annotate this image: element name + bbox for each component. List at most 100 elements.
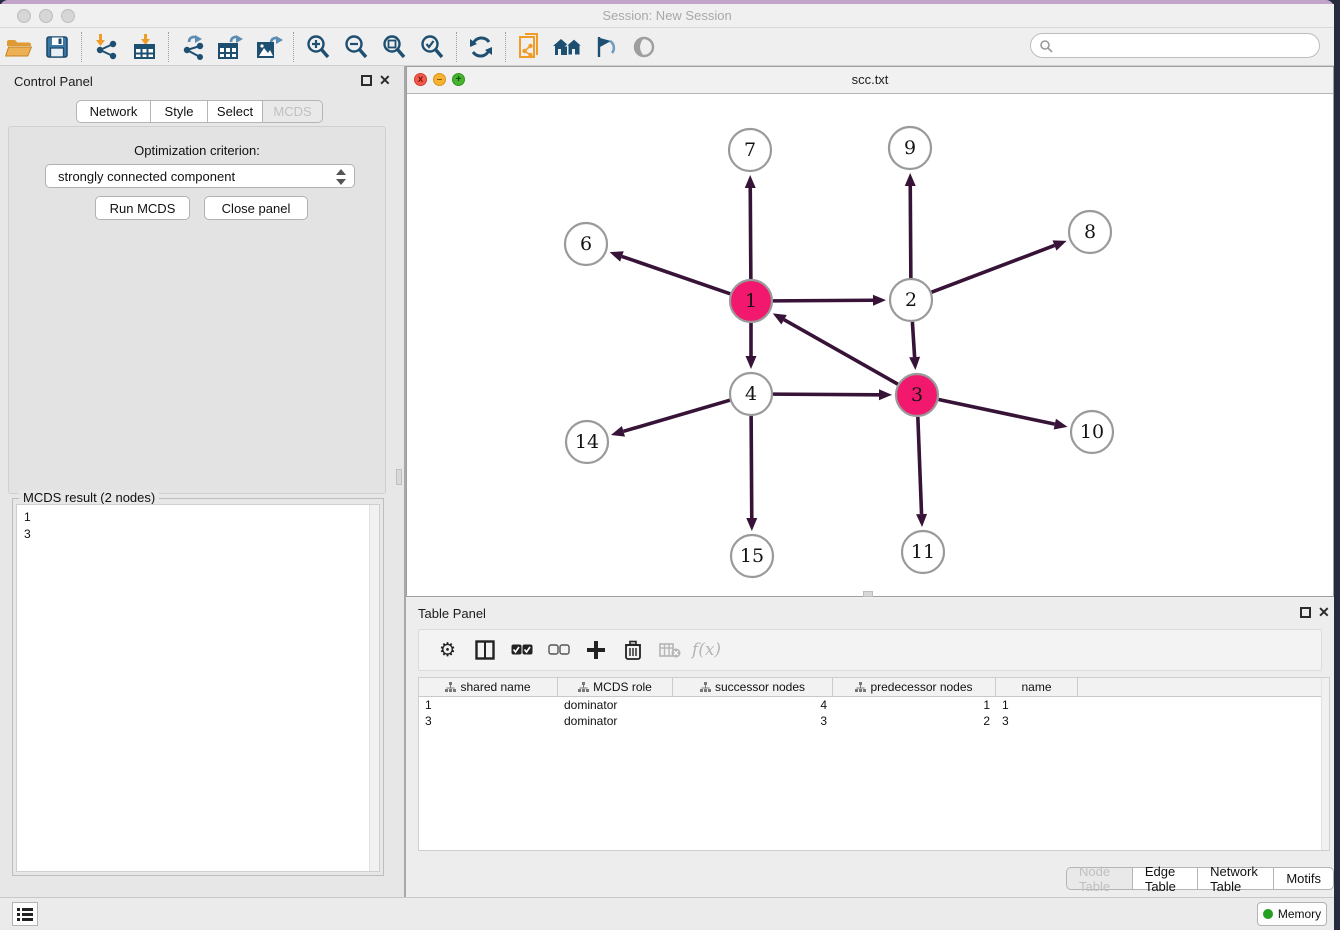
mcds-result-textarea[interactable]: 1 3: [16, 504, 380, 872]
cell-shared-name[interactable]: 3: [419, 713, 558, 729]
export-image-button[interactable]: [250, 31, 288, 63]
zoom-in-button[interactable]: [299, 31, 337, 63]
column-header-successor-nodes[interactable]: successor nodes: [673, 678, 833, 696]
graph-edge[interactable]: [918, 417, 922, 514]
graph-edge[interactable]: [932, 245, 1055, 292]
import-network-button[interactable]: [87, 31, 125, 63]
clone-network-button[interactable]: [511, 31, 549, 63]
tab-node-table[interactable]: Node Table: [1066, 867, 1133, 890]
table-panel: Table Panel ✕ ⚙: [406, 599, 1334, 897]
graph-edge-arrowhead: [873, 295, 886, 306]
graph-edge[interactable]: [773, 300, 873, 301]
zoom-fit-button[interactable]: [375, 31, 413, 63]
cell-shared-name[interactable]: 1: [419, 697, 558, 713]
select-all-columns-button[interactable]: [503, 634, 540, 666]
zoom-out-icon: [343, 34, 369, 60]
float-panel-icon[interactable]: [1300, 607, 1311, 618]
export-network-icon: [180, 34, 206, 60]
tab-style[interactable]: Style: [151, 100, 208, 123]
birdseye-button[interactable]: [587, 31, 625, 63]
zoom-selected-button[interactable]: [413, 31, 451, 63]
eye-button[interactable]: [625, 31, 663, 63]
column-header-name[interactable]: name: [996, 678, 1078, 696]
cell-mcds-role[interactable]: dominator: [558, 713, 673, 729]
cell-mcds-role[interactable]: dominator: [558, 697, 673, 713]
save-session-button[interactable]: [38, 31, 76, 63]
delete-column-button[interactable]: [614, 634, 651, 666]
tab-mcds[interactable]: MCDS: [263, 100, 323, 123]
graph-node-label: 2: [905, 289, 917, 311]
column-header-shared-name[interactable]: shared name: [419, 678, 558, 696]
show-column-panel-button[interactable]: [466, 634, 503, 666]
graph-edge[interactable]: [784, 320, 898, 384]
cell-successor-nodes[interactable]: 4: [673, 697, 833, 713]
cell-successor-nodes[interactable]: 3: [673, 713, 833, 729]
node-table: shared name MCDS role successor nodes pr…: [418, 677, 1330, 851]
graph-node-label: 1: [745, 290, 757, 312]
memory-status-icon: [1263, 909, 1273, 919]
graph-node-label: 7: [744, 139, 756, 161]
network-canvas[interactable]: 7968124314101511: [407, 94, 1333, 596]
task-history-button[interactable]: [12, 902, 38, 926]
apply-layout-button[interactable]: [462, 31, 500, 63]
export-network-button[interactable]: [174, 31, 212, 63]
tab-network-table[interactable]: Network Table: [1198, 867, 1274, 890]
zoom-out-button[interactable]: [337, 31, 375, 63]
import-table-icon: [131, 34, 157, 60]
cell-name[interactable]: 1: [996, 697, 1078, 713]
home-button[interactable]: [549, 31, 587, 63]
search-input[interactable]: [1057, 39, 1319, 53]
graph-edge[interactable]: [623, 400, 729, 431]
graph-edge[interactable]: [750, 188, 751, 279]
graph-edge[interactable]: [773, 394, 879, 395]
cell-predecessor-nodes[interactable]: 1: [833, 697, 996, 713]
splitter-grip[interactable]: [396, 469, 402, 485]
unselect-all-columns-button[interactable]: [540, 634, 577, 666]
column-header-mcds-role[interactable]: MCDS role: [558, 678, 673, 696]
graph-edge[interactable]: [622, 256, 730, 293]
delete-table-button[interactable]: [651, 634, 688, 666]
table-panel-header: Table Panel ✕: [406, 599, 1334, 625]
graph-node-label: 4: [745, 383, 757, 405]
memory-button[interactable]: Memory: [1257, 902, 1327, 926]
close-panel-icon[interactable]: ✕: [1318, 604, 1330, 621]
result-scrollbar[interactable]: [369, 505, 379, 871]
import-table-button[interactable]: [125, 31, 163, 63]
column-header-predecessor-nodes[interactable]: predecessor nodes: [833, 678, 996, 696]
criterion-dropdown[interactable]: strongly connected component: [45, 164, 355, 188]
table-settings-button[interactable]: ⚙: [429, 634, 466, 666]
close-panel-button[interactable]: Close panel: [204, 196, 308, 220]
network-window-titlebar: x – + scc.txt: [407, 67, 1333, 94]
create-column-button[interactable]: [577, 634, 614, 666]
table-row[interactable]: 1 dominator 4 1 1: [419, 697, 1329, 713]
graph-edge[interactable]: [910, 186, 911, 278]
toolbar-separator: [505, 32, 506, 62]
export-table-button[interactable]: [212, 31, 250, 63]
tab-motifs[interactable]: Motifs: [1274, 867, 1334, 890]
open-folder-icon: [5, 35, 33, 59]
horizontal-splitter-grip[interactable]: [863, 591, 873, 597]
run-mcds-button[interactable]: Run MCDS: [95, 196, 190, 220]
control-panel: Control Panel ✕ Network Style Select MCD…: [0, 66, 396, 897]
delete-table-icon: [659, 642, 681, 658]
graph-edge[interactable]: [912, 322, 914, 357]
cell-predecessor-nodes[interactable]: 2: [833, 713, 996, 729]
function-builder-button[interactable]: f(x): [688, 634, 725, 666]
shared-column-icon: [578, 682, 589, 693]
refresh-icon: [468, 34, 494, 60]
unchecked-boxes-icon: [548, 644, 570, 656]
cell-name[interactable]: 3: [996, 713, 1078, 729]
graph-edge[interactable]: [939, 400, 1055, 425]
toolbar-separator: [456, 32, 457, 62]
tab-edge-table[interactable]: Edge Table: [1133, 867, 1198, 890]
table-scrollbar[interactable]: [1321, 678, 1329, 850]
open-session-button[interactable]: [0, 31, 38, 63]
toolbar-separator: [168, 32, 169, 62]
tab-select[interactable]: Select: [208, 100, 263, 123]
table-row[interactable]: 3 dominator 3 2 3: [419, 713, 1329, 729]
float-panel-icon[interactable]: [361, 75, 372, 86]
graph-edge[interactable]: [751, 416, 752, 518]
close-panel-icon[interactable]: ✕: [379, 72, 391, 89]
vertical-splitter[interactable]: [396, 66, 406, 897]
tab-network[interactable]: Network: [76, 100, 151, 123]
